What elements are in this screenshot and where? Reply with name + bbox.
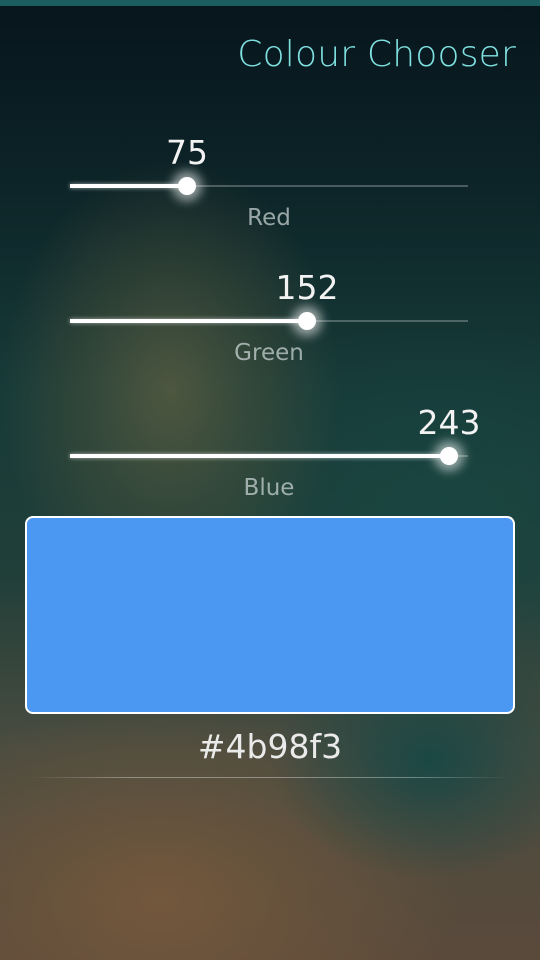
blue-slider-handle[interactable]: [440, 447, 458, 465]
status-bar-accent: [0, 0, 540, 6]
divider: [30, 777, 510, 778]
green-slider-handle[interactable]: [298, 312, 316, 330]
red-slider-fill: [70, 184, 187, 188]
red-slider[interactable]: 75 Red: [70, 133, 468, 253]
red-slider-label: Red: [247, 205, 291, 231]
green-slider[interactable]: 152 Green: [70, 268, 468, 388]
green-slider-fill: [70, 319, 307, 323]
color-preview-swatch: [25, 516, 515, 714]
blue-slider-fill: [70, 454, 449, 458]
blue-slider-value: 243: [417, 403, 481, 442]
red-slider-handle[interactable]: [178, 177, 196, 195]
hex-color-value: #4b98f3: [197, 727, 343, 766]
app-screen: Colour Chooser 75 Red 152 Green 243 Blue…: [0, 0, 540, 960]
page-title: Colour Chooser: [237, 34, 516, 75]
green-slider-value: 152: [275, 268, 339, 307]
red-slider-value: 75: [166, 133, 208, 172]
green-slider-label: Green: [234, 340, 304, 366]
blue-slider[interactable]: 243 Blue: [70, 403, 481, 523]
blue-slider-label: Blue: [243, 475, 295, 501]
